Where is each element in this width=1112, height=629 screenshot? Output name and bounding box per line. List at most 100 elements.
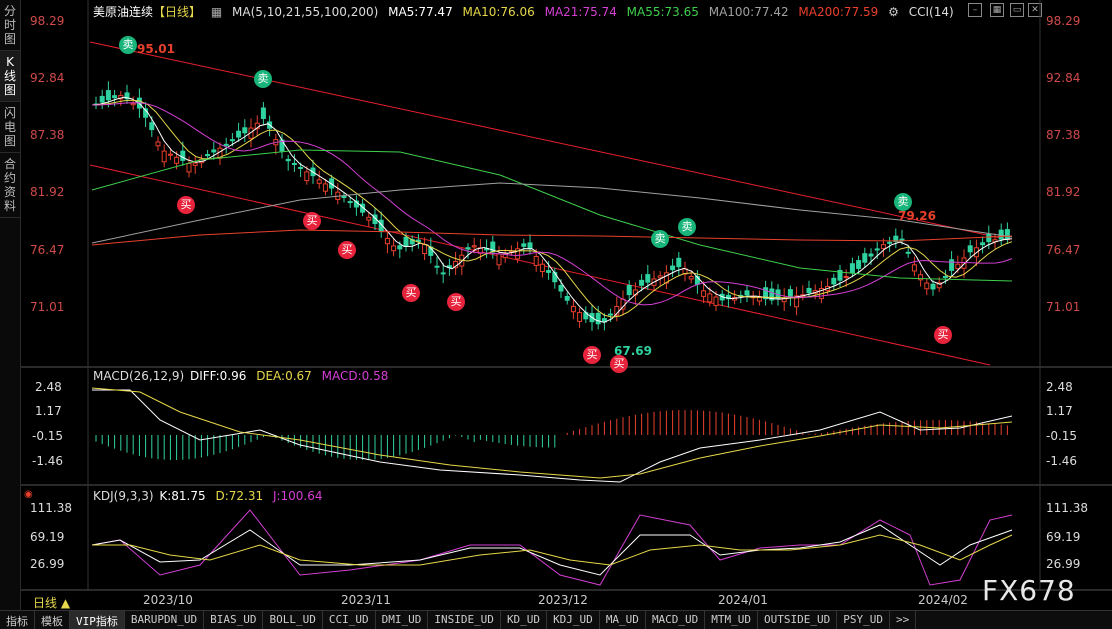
candle-body (949, 259, 955, 271)
candle-body (843, 275, 849, 278)
candle-body (911, 264, 917, 272)
candle-body (986, 233, 992, 243)
candle-body (440, 272, 446, 275)
candle-body (180, 150, 186, 161)
indicator-tab[interactable]: INSIDE_UD (428, 611, 501, 629)
candle-body (657, 275, 663, 279)
indicator-tab-bar: 指标 模板 VIP指标 BARUPDN_UD BIAS_UD BOLL_UD CCI_UD D… (0, 610, 1112, 629)
indicator-tab[interactable]: OUTSIDE_UD (758, 611, 838, 629)
candle-body (130, 102, 136, 106)
candle-body (670, 265, 676, 271)
indicator-tab[interactable]: DMI_UD (376, 611, 429, 629)
price-chart (21, 0, 1112, 591)
buy-signal-badge: 买 (402, 284, 420, 302)
x-axis-label-jan: 2024/01 (718, 593, 768, 607)
candle-body (211, 149, 217, 153)
period-selector-label: 日线 (33, 596, 58, 610)
sell-signal-badge: 卖 (254, 70, 272, 88)
candle-body (626, 284, 632, 296)
buy-signal-badge: 买 (303, 212, 321, 230)
candle-body (397, 245, 403, 250)
kdj-j-line (91, 509, 1013, 586)
indicator-tab[interactable]: BOLL_UD (263, 611, 323, 629)
indicator-tab[interactable]: BARUPDN_UD (125, 611, 205, 629)
kdj-d: D:72.31 (215, 489, 264, 503)
candle-body (744, 290, 750, 296)
indicator-tab[interactable]: 指标 (0, 611, 35, 629)
kdj-axis-right-3: 26.99 (1046, 557, 1081, 571)
candle-body (341, 196, 347, 199)
candle-body (422, 244, 428, 254)
candle-body (533, 256, 539, 266)
macd-dea: DEA:0.67 (256, 369, 312, 383)
macd-axis-right-2: 1.17 (1046, 404, 1073, 418)
indicator-tab[interactable]: 模板 (35, 611, 70, 629)
candle-body (205, 154, 211, 157)
kdj-axis-right-1: 111.38 (1046, 501, 1088, 515)
candle-body (849, 263, 855, 274)
indicator-tab[interactable]: MA_UD (600, 611, 646, 629)
macd-label: MACD(26,12,9) (93, 369, 185, 383)
candle-body (713, 296, 719, 307)
candle-body (105, 90, 111, 101)
candle-body (564, 295, 570, 301)
channel-upper (89, 41, 1011, 241)
candle-body (980, 242, 986, 246)
mid-high-annotation: 79.26 (898, 209, 936, 223)
kdj-d-line (92, 534, 1013, 566)
candle-body (955, 263, 961, 270)
candle-body (298, 166, 304, 169)
macd-axis-left-2: 1.17 (35, 404, 62, 418)
candle-body (316, 179, 322, 184)
sell-signal-badge: 卖 (651, 230, 669, 248)
indicator-tab[interactable]: PSY_UD (837, 611, 891, 629)
indicator-tab[interactable]: BIAS_UD (204, 611, 264, 629)
kdj-k: K:81.75 (159, 489, 206, 503)
candle-body (756, 296, 762, 302)
indicator-tab[interactable]: MTM_UD (705, 611, 759, 629)
candle-body (577, 312, 583, 322)
candle-body (1004, 229, 1010, 240)
candle-body (186, 163, 192, 173)
candle-body (905, 251, 911, 254)
candle-body (391, 245, 397, 252)
macd-axis-left-4: -1.46 (32, 454, 64, 468)
indicator-tab[interactable]: CCI_UD (323, 611, 376, 629)
macd-diff: DIFF:0.96 (189, 369, 247, 383)
low-annotation: 67.69 (614, 344, 652, 358)
candle-body (403, 236, 409, 247)
candle-body (521, 243, 527, 247)
candle-body (880, 244, 886, 249)
kdj-settings-icon[interactable]: ◉ (24, 489, 33, 500)
candle-body (192, 162, 198, 166)
candle-body (930, 283, 936, 290)
indicator-tab[interactable]: >> (890, 611, 917, 629)
high-annotation: 95.01 (137, 42, 175, 56)
candle-body (174, 156, 180, 164)
candle-body (639, 279, 645, 286)
indicator-tab[interactable]: MACD_UD (646, 611, 706, 629)
macd-axis-left-1: 2.48 (35, 380, 62, 394)
buy-signal-badge: 买 (583, 346, 601, 364)
macd-axis-left-3: -0.15 (32, 429, 64, 443)
candle-body (155, 141, 161, 147)
ma10-line (91, 99, 1013, 318)
macd-dea-line (91, 387, 1013, 479)
candle-body (924, 282, 930, 290)
indicator-tab[interactable]: VIP指标 (70, 611, 125, 629)
period-selector[interactable]: 日线 ▲ (33, 594, 70, 611)
candle-body (558, 285, 564, 292)
sell-signal-badge: 卖 (678, 218, 696, 236)
buy-signal-badge: 买 (934, 326, 952, 344)
candle-body (701, 290, 707, 297)
candle-body (862, 253, 868, 263)
candle-body (546, 270, 552, 273)
candle-body (149, 122, 155, 131)
macd-diff-line (92, 389, 1013, 483)
ma5-line (91, 96, 1013, 323)
indicator-tab[interactable]: KD_UD (501, 611, 548, 629)
up-arrow-icon: ▲ (60, 596, 71, 610)
indicator-tab[interactable]: KDJ_UD (547, 611, 600, 629)
watermark-logo: FX678 (982, 574, 1076, 607)
x-axis-label-oct: 2023/10 (143, 593, 193, 607)
